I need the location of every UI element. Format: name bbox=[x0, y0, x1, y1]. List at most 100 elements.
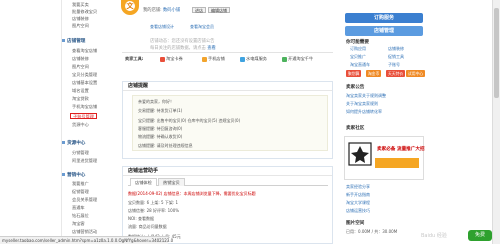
image-space-title: 图片空间 bbox=[346, 221, 365, 226]
edit-shop-button[interactable]: 编辑店铺 bbox=[208, 7, 230, 13]
shop-name-link[interactable]: 数码小铺 bbox=[163, 8, 180, 13]
sidebar-section-store[interactable]: 店铺管理 bbox=[62, 38, 85, 45]
ops-line[interactable]: NOI: 查看数据 bbox=[128, 216, 154, 222]
watermark: Baidu 经验 bbox=[421, 233, 447, 239]
promo-ad-banner[interactable]: 卖家必备 流量推广大招 bbox=[344, 136, 425, 180]
sidebar-item[interactable]: 分销管理 bbox=[72, 150, 89, 156]
sidebar-divider bbox=[61, 0, 62, 236]
quick-link[interactable]: 促销工具 bbox=[388, 54, 404, 60]
ops-tabs: 店铺体检 热销宝贝 bbox=[128, 178, 328, 186]
sidebar-item[interactable]: 会员关系管理 bbox=[72, 197, 97, 203]
tool-mobile-shop[interactable]: 手机店铺 bbox=[202, 56, 225, 62]
sidebar-item[interactable]: 查看淘宝店铺 bbox=[72, 48, 97, 54]
sidebar-item[interactable]: 淘宝客 bbox=[72, 221, 85, 227]
sidebar-item[interactable]: 钻石展位 bbox=[72, 213, 89, 219]
sidebar-item[interactable]: 店铺基本设置 bbox=[72, 80, 97, 86]
ops-line[interactable]: 流量: 商品访问量数据 bbox=[128, 224, 167, 230]
browser-status-bar: myseller.taobao.com/seller_admin.htm?spm… bbox=[0, 236, 174, 244]
sidebar-item[interactable]: 货源中心 bbox=[72, 122, 89, 128]
quick-link[interactable]: 店铺装修 bbox=[388, 46, 404, 52]
sidebar-item[interactable]: 我要推广 bbox=[72, 181, 89, 187]
free-badge[interactable]: 免费 bbox=[468, 230, 492, 241]
ops-line: 店铺信誉: 28 好评率: 100% bbox=[128, 208, 180, 213]
reminder-row[interactable]: 物流提醒: 待确认收货(0) bbox=[138, 134, 182, 140]
quick-link[interactable]: 子账号 bbox=[388, 62, 400, 68]
reminder-row[interactable]: 宝贝提醒: 出售中的宝贝(0) 仓库中的宝贝(5) 违规宝贝(0) bbox=[138, 118, 240, 124]
right-section-title: 你可能需要 bbox=[346, 40, 369, 45]
sidebar-item[interactable]: 域名设置 bbox=[72, 88, 89, 94]
sidebar-item[interactable]: 图片空间 bbox=[72, 64, 89, 70]
store-hint: 店铺动态：您还没有设置店铺公告 bbox=[150, 39, 215, 44]
tool-utility[interactable]: 水电煤服务 bbox=[240, 56, 267, 62]
community-link[interactable]: 卖家经验分享 bbox=[346, 184, 370, 190]
sidebar-item[interactable]: 手机淘宝店铺 bbox=[72, 104, 97, 110]
ad-graphic-icon bbox=[345, 137, 423, 179]
sidebar-item[interactable]: 直通车 bbox=[72, 205, 85, 211]
promo-badge[interactable]: 聚划算 bbox=[346, 70, 362, 77]
community-title: 卖家社区 bbox=[346, 126, 365, 131]
mobile-icon bbox=[202, 56, 207, 62]
news-link[interactable]: 淘宝卖家关于规则调整 bbox=[346, 93, 386, 99]
shop-name-row: 我的店铺: 数码小铺 bbox=[143, 8, 181, 13]
qianniu-icon bbox=[282, 56, 287, 62]
sidebar-item[interactable]: 店铺营销活动 bbox=[72, 229, 97, 235]
greeting: 亲爱的卖家，你好！ bbox=[138, 99, 174, 104]
sidebar-item[interactable]: 图片空间 bbox=[72, 23, 89, 29]
tab-health-check[interactable]: 店铺体检 bbox=[130, 178, 157, 186]
news-title: 卖家公告 bbox=[346, 85, 365, 90]
community-link[interactable]: 淘宝大学课程 bbox=[346, 200, 370, 206]
promo-badge[interactable]: 淘金币 bbox=[366, 70, 382, 77]
ops-title: 店铺运营助手 bbox=[123, 167, 332, 176]
operations-panel: 店铺运营助手 店铺体检 热销宝贝 数据(2014-09-02) 店铺信息：本周店… bbox=[122, 166, 333, 244]
quick-link[interactable]: 淘宝直通车 bbox=[350, 62, 370, 68]
coupon-icon bbox=[160, 56, 165, 62]
reminder-row[interactable]: 交易提醒: 待发货订单(1) bbox=[138, 108, 182, 114]
sidebar-section-marketing[interactable]: 营销中心 bbox=[62, 172, 85, 179]
reminder-title: 店铺提醒 bbox=[123, 82, 332, 91]
visit-shop-button[interactable]: 进店 bbox=[192, 7, 206, 13]
reminder-notice: 亲爱的卖家，你好！ 交易提醒: 待发货订单(1) 宝贝提醒: 出售中的宝贝(0)… bbox=[132, 95, 328, 151]
tab-hot-items[interactable]: 热销宝贝 bbox=[158, 178, 185, 186]
news-link[interactable]: 关于淘宝卖家规则 bbox=[346, 101, 378, 107]
ops-line: 数据(2014-09-02) 店铺信息：本周店铺浏览量下降，需要优化宝贝标题 bbox=[128, 191, 256, 196]
scrollbar-thumb[interactable] bbox=[494, 8, 499, 98]
tool-qianniu[interactable]: 开通淘宝千牛 bbox=[282, 56, 313, 62]
sidebar-item[interactable]: 促销管理 bbox=[72, 189, 89, 195]
ops-line: 宝贝数量: 6 上架: 5 下架: 1 bbox=[128, 200, 179, 205]
sidebar-item[interactable]: 我要买卖 bbox=[72, 2, 89, 8]
store-link[interactable]: 查看淘宝会员 bbox=[190, 24, 214, 30]
sidebar-item[interactable]: 阿里进货管理 bbox=[72, 158, 97, 164]
reminder-row[interactable]: 店铺提醒: 请及时处理违规信息 bbox=[138, 143, 193, 149]
store-link[interactable]: 查看店铺设计 bbox=[150, 24, 174, 30]
promo-badge[interactable]: 天天特价 bbox=[386, 70, 406, 77]
hint-link[interactable]: 查看 bbox=[207, 46, 216, 51]
ad-text: 卖家必备 流量推广大招 bbox=[377, 147, 425, 152]
store-hint-2: 每日关注的店铺数据，请点击 查看 bbox=[150, 46, 216, 51]
store-reminder-panel: 店铺提醒 亲爱的卖家，你好！ 交易提醒: 待发货订单(1) 宝贝提醒: 出售中的… bbox=[122, 81, 333, 159]
sidebar-item[interactable]: 店铺装修 bbox=[72, 16, 89, 22]
news-link[interactable]: 如何提升店铺转化率 bbox=[346, 109, 382, 115]
reminder-row[interactable]: 客服提醒: 待回复咨询(0) bbox=[138, 126, 182, 132]
sidebar-section-supply[interactable]: 货源中心 bbox=[62, 140, 85, 147]
sidebar-item[interactable]: 宝贝分类管理 bbox=[72, 72, 97, 78]
bullet-icon bbox=[62, 141, 65, 144]
vertical-scrollbar[interactable] bbox=[492, 0, 500, 244]
community-link[interactable]: 新手开店指南 bbox=[346, 192, 370, 198]
sidebar-item[interactable]: 淘宝贷款 bbox=[72, 96, 89, 102]
tools-label: 卖家工具: bbox=[125, 56, 144, 61]
sidebar-item[interactable]: 批量修改宝贝 bbox=[72, 9, 97, 15]
quick-link[interactable]: 订购应用 bbox=[350, 46, 366, 52]
store-logo[interactable]: 文 bbox=[121, 0, 139, 15]
sidebar-item-subaccount[interactable]: 子账号管理 bbox=[70, 113, 97, 119]
order-service-button[interactable]: 订购服务 bbox=[345, 13, 423, 23]
utility-icon bbox=[240, 56, 245, 62]
bullet-icon bbox=[62, 173, 65, 176]
community-link[interactable]: 店铺运营技巧 bbox=[346, 208, 370, 214]
bullet-icon bbox=[62, 39, 65, 42]
sidebar-item[interactable]: 店铺装修 bbox=[72, 56, 89, 62]
tool-coupon[interactable]: 淘宝卡券 bbox=[160, 56, 183, 62]
quick-link[interactable]: 宝贝推广 bbox=[350, 54, 366, 60]
left-sidebar: 我要买卖 批量修改宝贝 店铺装修 图片空间 店铺管理 查看淘宝店铺 店铺装修 图… bbox=[0, 0, 97, 236]
promo-badge[interactable]: 试用中心 bbox=[406, 70, 426, 77]
store-manage-button[interactable]: 店铺管理 bbox=[345, 26, 423, 36]
